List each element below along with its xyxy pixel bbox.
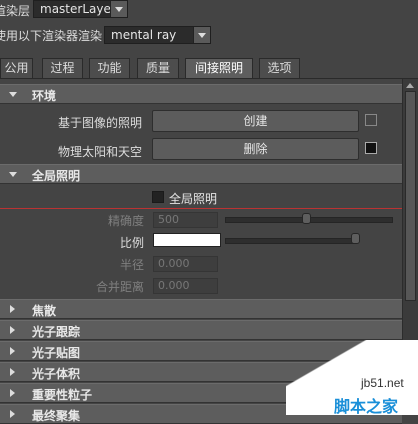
- tab-features[interactable]: 功能: [89, 58, 130, 78]
- expand-arrow-icon: [9, 92, 17, 97]
- render-layer-dropdown[interactable]: masterLayer: [33, 0, 128, 18]
- collapse-arrow-icon: [10, 326, 15, 334]
- accuracy-field[interactable]: 500: [153, 212, 218, 228]
- gi-checkbox-label: 全局照明: [169, 192, 218, 206]
- collapse-arrow-icon: [10, 410, 15, 418]
- collapse-arrow-icon: [10, 305, 15, 313]
- scrollbar-thumb[interactable]: [405, 91, 416, 301]
- watermark-name: 脚本之家: [334, 397, 399, 416]
- scale-slider-track[interactable]: [225, 238, 357, 244]
- chevron-down-icon: [193, 27, 210, 43]
- tab-passes[interactable]: 过程: [42, 58, 83, 78]
- watermark-site: jb51.net: [361, 376, 404, 390]
- render-layer-label: 渲染层: [0, 4, 31, 18]
- gi-checkbox[interactable]: [152, 191, 164, 203]
- delete-sun-sky-button[interactable]: 删除: [152, 138, 359, 160]
- renderer-dropdown[interactable]: mental ray: [104, 26, 211, 44]
- sun-sky-label: 物理太阳和天空: [58, 145, 143, 159]
- tab-common[interactable]: 公用: [0, 58, 33, 78]
- chevron-down-icon: [110, 1, 127, 17]
- radius-field[interactable]: 0.000: [153, 256, 218, 272]
- section-photon-tracing-header[interactable]: 光子跟踪: [0, 320, 402, 340]
- scale-color-swatch[interactable]: [153, 233, 221, 247]
- settings-tabs: 公用 过程 功能 质量 间接照明 选项: [0, 56, 418, 79]
- scale-slider-handle[interactable]: [351, 233, 360, 244]
- collapse-arrow-icon: [10, 368, 15, 376]
- red-guide-line: [0, 208, 402, 209]
- renderer-label: 使用以下渲染器渲染: [0, 29, 103, 43]
- merge-distance-label: 合并距离: [96, 280, 145, 294]
- accuracy-label: 精确度: [108, 214, 145, 228]
- section-caustics-header[interactable]: 焦散: [0, 299, 402, 319]
- scale-label: 比例: [120, 236, 145, 250]
- collapse-arrow-icon: [10, 347, 15, 355]
- expand-arrow-icon: [9, 172, 17, 177]
- tab-options[interactable]: 选项: [259, 58, 300, 78]
- map-connect-icon[interactable]: [365, 114, 377, 126]
- radius-label: 半径: [120, 258, 145, 272]
- renderer-row: 使用以下渲染器渲染 mental ray: [0, 24, 418, 46]
- map-connected-icon[interactable]: [365, 142, 377, 154]
- section-global-illumination-header[interactable]: 全局照明: [0, 164, 402, 184]
- ibl-label: 基于图像的照明: [58, 116, 143, 130]
- watermark-badge: jb51.net 脚本之家: [286, 340, 418, 416]
- section-environment-header[interactable]: 环境: [0, 84, 402, 104]
- collapse-arrow-icon: [10, 389, 15, 397]
- accuracy-slider-handle[interactable]: [302, 213, 311, 224]
- scroll-up-arrow-icon[interactable]: [406, 83, 414, 88]
- merge-distance-field[interactable]: 0.000: [153, 278, 218, 294]
- tab-indirect-lighting[interactable]: 间接照明: [185, 58, 253, 78]
- create-ibl-button[interactable]: 创建: [152, 110, 359, 132]
- render-layer-row: 渲染层 masterLayer: [0, 0, 418, 20]
- tab-quality[interactable]: 质量: [137, 58, 179, 78]
